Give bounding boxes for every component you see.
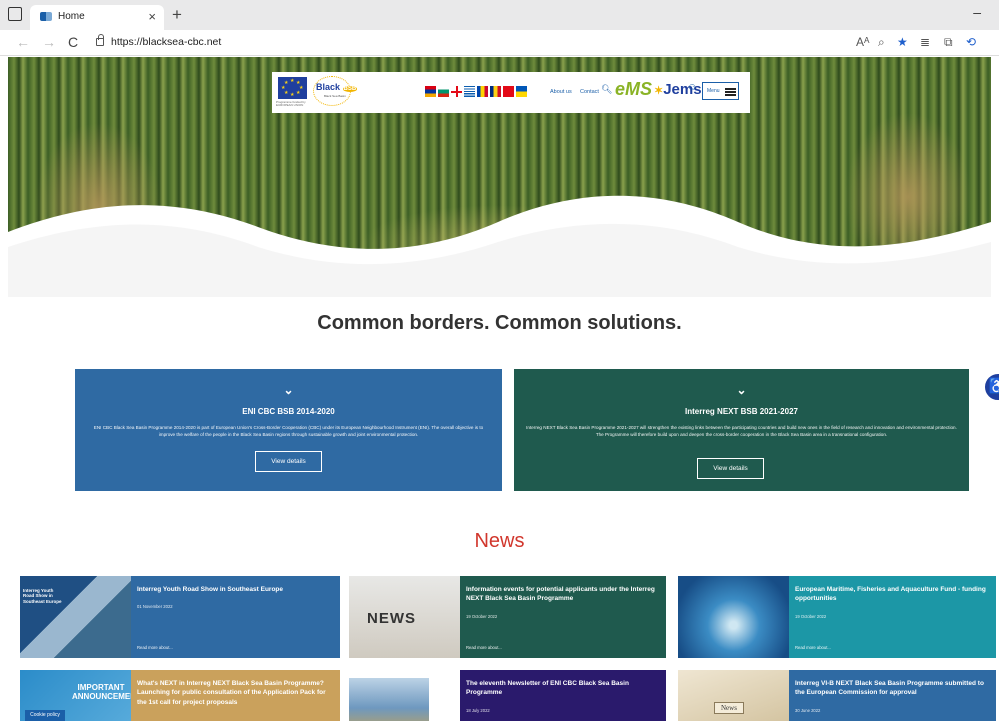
news-headline[interactable]: Interreg VI-B NEXT Black Sea Basin Progr…	[795, 679, 990, 698]
flag-greece-icon[interactable]	[464, 86, 475, 97]
about-us-link[interactable]: About us	[550, 89, 572, 95]
view-details-button[interactable]: View details	[697, 458, 764, 479]
new-tab-icon[interactable]: +	[172, 5, 182, 25]
news-item[interactable]: The eleventh Newsletter of ENI CBC Black…	[349, 670, 666, 721]
hamburger-icon	[725, 88, 736, 90]
news-item[interactable]: Interreg Youth Road Show in Southeast Eu…	[20, 576, 340, 658]
news-thumbnail	[349, 670, 460, 721]
thumb-caption: News	[714, 702, 744, 714]
view-details-button[interactable]: View details	[255, 451, 322, 472]
search-icon[interactable]: 🔍︎	[601, 84, 612, 95]
close-tab-icon[interactable]: ×	[148, 9, 156, 24]
forward-icon[interactable]: →	[42, 34, 56, 50]
programme-card-2021-2027[interactable]: ⌄ Interreg NEXT BSB 2021-2027 Interreg N…	[514, 369, 969, 491]
flag-georgia-icon[interactable]	[451, 86, 462, 97]
newsletter-cover-image	[349, 678, 429, 721]
eu-flag-icon[interactable]: ★ ★ ★ ★ ★ ★ ★ ★	[278, 77, 307, 99]
news-headline[interactable]: European Maritime, Fisheries and Aquacul…	[795, 585, 990, 604]
extension-icon[interactable]: ⟲	[966, 35, 976, 49]
thumb-caption: Interreg Youth Road Show in Southeast Eu…	[23, 588, 62, 604]
news-heading: News	[474, 530, 525, 552]
card-title: ENI CBC BSB 2014-2020	[242, 407, 335, 416]
news-body: Information events for potential applica…	[460, 576, 666, 658]
news-item[interactable]: News Interreg VI-B NEXT Black Sea Basin …	[678, 670, 996, 721]
eu-funding-text: Programme funded by EUROPEAN UNION	[276, 100, 306, 108]
card-text: Interreg NEXT Black Sea Basin Programme …	[526, 425, 957, 438]
lock-icon[interactable]	[96, 34, 104, 46]
collections-icon[interactable]: ⧉	[944, 35, 953, 50]
news-item[interactable]: NEWS Information events for potential ap…	[349, 576, 666, 658]
cookie-policy-button[interactable]: Cookie policy	[25, 710, 65, 721]
tab-title: Home	[58, 11, 85, 22]
read-more-link[interactable]: Read more about...	[137, 645, 173, 650]
flag-armenia-icon[interactable]	[425, 86, 436, 97]
favorite-star-icon[interactable]: ★	[897, 35, 908, 49]
read-more-link[interactable]: Read more about...	[466, 645, 502, 650]
news-date: 19 October 2022	[795, 613, 827, 619]
card-text: ENI CBC Black Sea Basin Programme 2014-2…	[93, 425, 484, 438]
flag-ukraine-icon[interactable]	[516, 86, 527, 97]
news-body: Interreg Youth Road Show in Southeast Eu…	[131, 576, 340, 658]
menu-button[interactable]: Menu	[702, 82, 739, 100]
news-body: The eleventh Newsletter of ENI CBC Black…	[460, 670, 666, 721]
favicon-icon	[40, 12, 52, 21]
address-bar: ← → C https://blacksea-cbc.net Aᴬ ⌕ ★ ≣ …	[0, 30, 999, 56]
news-body: Interreg VI-B NEXT Black Sea Basin Progr…	[789, 670, 996, 721]
news-thumbnail: News	[678, 670, 789, 721]
flag-bulgaria-icon[interactable]	[438, 86, 449, 97]
news-thumbnail: Interreg Youth Road Show in Southeast Eu…	[20, 576, 131, 658]
news-body: What's NEXT in Interreg NEXT Black Sea B…	[131, 670, 340, 721]
read-more-link[interactable]: Read more about...	[795, 645, 831, 650]
programme-card-2014-2020[interactable]: ⌄ ENI CBC BSB 2014-2020 ENI CBC Black Se…	[75, 369, 502, 491]
thumb-caption: NEWS	[367, 610, 416, 627]
news-thumbnail: NEWS	[349, 576, 460, 658]
site-header: ★ ★ ★ ★ ★ ★ ★ ★ Programme funded by EUROPEAN …	[272, 72, 750, 113]
page: Home × + – ← → C https://blacksea-cbc.ne…	[0, 0, 999, 721]
logo-text: Black BSB	[316, 82, 358, 92]
news-headline[interactable]: Interreg Youth Road Show in Southeast Eu…	[137, 585, 334, 594]
ems-logo-link[interactable]: eMS	[615, 79, 652, 100]
news-item[interactable]: European Maritime, Fisheries and Aquacul…	[678, 576, 996, 658]
card-title: Interreg NEXT BSB 2021-2027	[685, 407, 798, 416]
news-date: 30 June 2022	[795, 707, 821, 713]
browser-tab-bar: Home × + –	[0, 0, 999, 30]
back-icon[interactable]: ←	[16, 34, 30, 50]
news-headline[interactable]: What's NEXT in Interreg NEXT Black Sea B…	[137, 679, 334, 707]
flag-moldova-icon[interactable]	[477, 86, 488, 97]
contact-link[interactable]: Contact	[580, 89, 599, 95]
news-date: 18 July 2022	[466, 707, 490, 713]
news-headline[interactable]: Information events for potential applica…	[466, 585, 660, 604]
read-aloud-icon[interactable]: Aᴬ	[856, 35, 869, 49]
favorites-list-icon[interactable]: ≣	[920, 35, 930, 49]
reload-icon[interactable]: C	[68, 34, 78, 50]
news-headline[interactable]: The eleventh Newsletter of ENI CBC Black…	[466, 679, 660, 698]
url-field[interactable]: https://blacksea-cbc.net	[111, 36, 221, 48]
minimize-icon[interactable]: –	[973, 4, 981, 20]
menu-label: Menu	[707, 88, 720, 94]
news-item[interactable]: IMPORTANT ANNOUNCEMENT What's NEXT in In…	[20, 670, 340, 721]
zoom-icon[interactable]: ⌕	[878, 35, 885, 50]
news-thumbnail	[678, 576, 789, 658]
flag-turkey-icon[interactable]	[503, 86, 514, 97]
chevron-down-icon: ⌄	[283, 383, 294, 397]
news-body: European Maritime, Fisheries and Aquacul…	[789, 576, 996, 658]
thumb-caption: IMPORTANT ANNOUNCEMENT	[72, 683, 131, 701]
slogan-heading: Common borders. Common solutions.	[317, 312, 682, 334]
news-date: 01 November 2022	[137, 604, 173, 610]
news-date: 19 October 2022	[466, 613, 498, 619]
accessibility-icon[interactable]: ♿	[983, 372, 999, 402]
logo-subtitle: Black Sea Basin	[324, 94, 346, 98]
browser-tab[interactable]: Home ×	[30, 5, 164, 30]
flag-romania-icon[interactable]	[490, 86, 501, 97]
user-icon[interactable]: ☺	[687, 82, 697, 93]
star-icon: ✶	[654, 85, 664, 97]
chevron-down-icon: ⌄	[736, 383, 747, 397]
window-menu-icon[interactable]	[8, 7, 22, 21]
